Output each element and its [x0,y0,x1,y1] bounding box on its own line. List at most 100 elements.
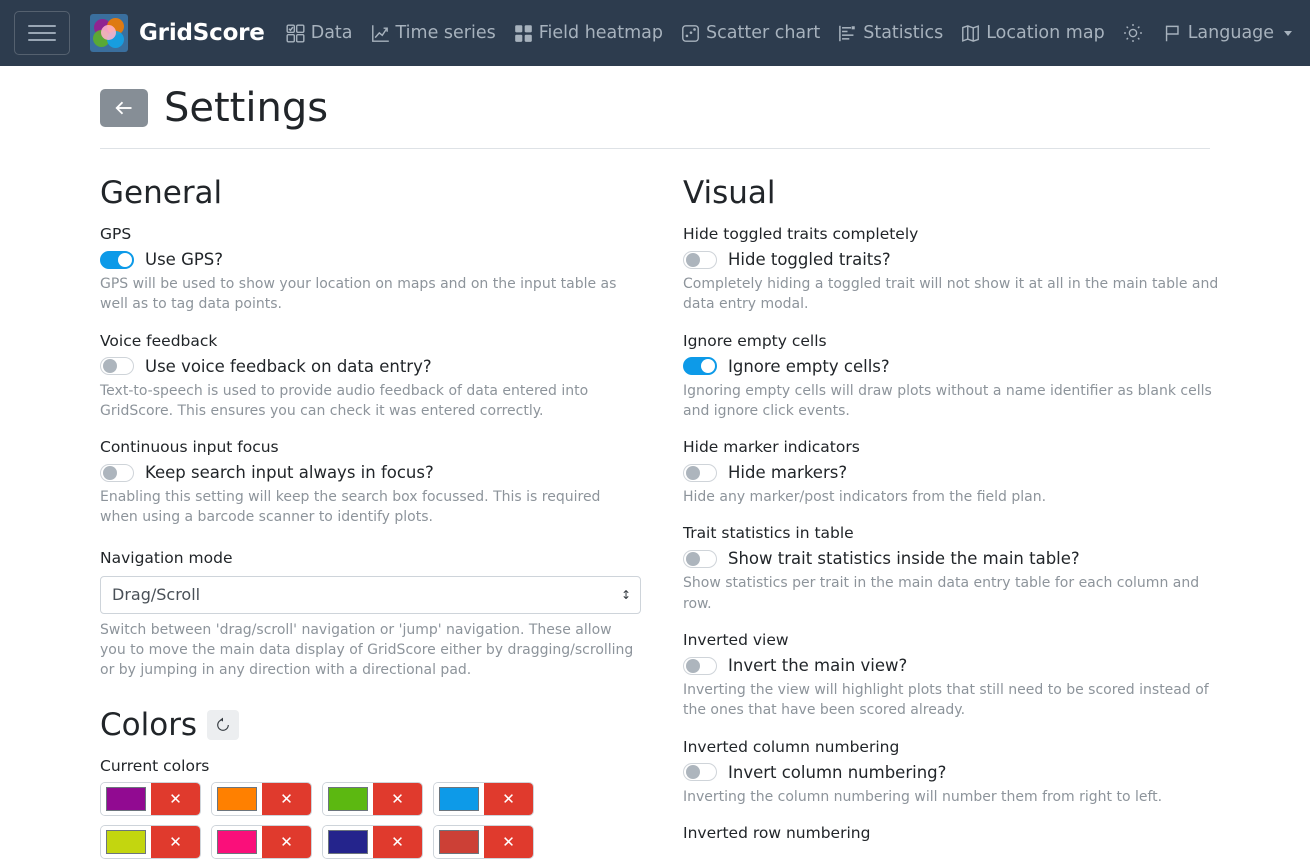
delete-color-button[interactable]: ✕ [262,825,311,858]
map-fold-icon [961,24,980,43]
setting-help: Hide any marker/post indicators from the… [683,489,1047,506]
color-swatch-button[interactable] [212,782,262,815]
trait-statistics-toggle-row[interactable]: Show trait statistics inside the main ta… [683,549,1226,568]
delete-color-button[interactable]: ✕ [262,782,311,815]
general-column: General GPS Use GPS? GPS will be used to… [100,175,643,860]
theme-toggle-button[interactable] [1114,17,1152,49]
nav-item-statistics[interactable]: Statistics [829,17,952,49]
settings-columns: General GPS Use GPS? GPS will be used to… [100,175,1218,860]
ignore-empty-cells-toggle-row[interactable]: Ignore empty cells? [683,357,1226,376]
brand-name[interactable]: GridScore [139,20,265,46]
navigation-mode-select[interactable]: Drag/Scroll Jump [100,575,641,614]
nav-item-location-map[interactable]: Location map [952,17,1113,49]
setting-help: Completely hiding a toggled trait will n… [683,276,1219,313]
inverted-column-numbering-switch[interactable] [683,763,717,782]
header-divider [100,148,1210,149]
gps-toggle-row[interactable]: Use GPS? [100,250,643,269]
color-item: ✕ [322,781,423,816]
general-heading-text: General [100,175,223,211]
about-link[interactable]: About [1303,17,1310,49]
setting-ignore-empty-cells: Ignore empty cells Ignore empty cells? I… [683,332,1226,422]
nav-item-data[interactable]: Data [277,17,362,49]
color-swatch-button[interactable] [434,825,484,858]
colors-heading: Colors [100,707,643,743]
setting-label: Ignore empty cells [683,331,827,350]
nav-item-field-heatmap[interactable]: Field heatmap [505,17,672,49]
inverted-column-numbering-toggle-row[interactable]: Invert column numbering? [683,763,1226,782]
hide-markers-switch[interactable] [683,463,717,482]
switch-label: Invert the main view? [728,656,908,676]
delete-color-button[interactable]: ✕ [484,782,533,815]
scatter-chart-icon [681,24,700,43]
hide-markers-toggle-row[interactable]: Hide markers? [683,463,1226,482]
nav-label: Location map [986,23,1105,43]
delete-color-button[interactable]: ✕ [151,825,200,858]
hide-toggled-traits-toggle-row[interactable]: Hide toggled traits? [683,250,1226,269]
ignore-empty-cells-switch[interactable] [683,357,717,376]
page-title: Settings [164,85,329,131]
arrow-left-icon [115,101,132,115]
hamburger-bar [28,39,56,41]
nav-item-scatter-chart[interactable]: Scatter chart [672,17,829,49]
delete-color-button[interactable]: ✕ [373,782,422,815]
line-chart-icon [371,24,390,43]
color-swatch [439,829,479,854]
color-swatch-button[interactable] [323,782,373,815]
back-button[interactable] [100,89,148,127]
setting-navigation-mode: Navigation mode Drag/Scroll Jump ↕ Switc… [100,549,643,681]
setting-label: Trait statistics in table [683,524,854,543]
statistics-bars-icon [838,24,857,43]
visual-heading: Visual [683,175,1226,211]
switch-label: Hide toggled traits? [728,250,891,269]
setting-label: Hide marker indicators [683,438,860,457]
delete-color-button[interactable]: ✕ [151,782,200,815]
setting-label: Inverted view [683,631,789,650]
switch-label: Show trait statistics inside the main ta… [728,549,1080,569]
setting-help: Inverting the view will highlight plots … [683,682,1209,719]
current-colors-label: Current colors [100,756,210,775]
nav-label: Scatter chart [706,23,821,43]
color-swatch-button[interactable] [212,825,262,858]
input-focus-toggle-row[interactable]: Keep search input always in focus? [100,463,643,482]
page-header: Settings [100,66,1210,148]
color-swatch-button[interactable] [434,782,484,815]
colors-heading-text: Colors [100,706,198,743]
hide-toggled-traits-switch[interactable] [683,250,717,269]
inverted-view-toggle-row[interactable]: Invert the main view? [683,656,1226,675]
setting-help: Inverting the column numbering will numb… [683,788,1163,805]
settings-page: Settings General GPS Use GPS? GPS will b… [0,66,1310,860]
color-swatch-button[interactable] [101,825,151,858]
language-dropdown[interactable]: Language [1154,17,1301,49]
voice-feedback-toggle-row[interactable]: Use voice feedback on data entry? [100,357,643,376]
nav-label: Field heatmap [538,23,664,43]
hamburger-bar [28,32,56,34]
setting-trait-statistics: Trait statistics in table Show trait sta… [683,524,1226,614]
color-swatch [106,829,146,854]
language-label: Language [1187,23,1275,43]
color-swatch [439,786,479,811]
color-swatch [328,829,368,854]
switch-label: Invert column numbering? [728,762,947,782]
color-swatch-button[interactable] [323,825,373,858]
setting-help: Switch between 'drag/scroll' navigation … [100,621,634,679]
gridscore-logo-icon[interactable] [90,14,128,52]
nav-links: Data Time series Field heatmap Scatter c… [277,17,1114,49]
setting-voice-feedback: Voice feedback Use voice feedback on dat… [100,332,643,422]
color-item: ✕ [322,824,423,859]
trait-statistics-switch[interactable] [683,549,717,568]
setting-hide-toggled-traits: Hide toggled traits completely Hide togg… [683,225,1226,315]
color-swatch-button[interactable] [101,782,151,815]
visual-column: Visual Hide toggled traits completely Hi… [683,175,1226,860]
chevron-down-icon [1284,30,1293,36]
menu-toggle-button[interactable] [14,11,70,55]
gps-toggle-switch[interactable] [100,250,134,269]
nav-item-time-series[interactable]: Time series [362,17,505,49]
inverted-view-switch[interactable] [683,656,717,675]
reset-colors-button[interactable] [207,709,240,740]
delete-color-button[interactable]: ✕ [484,825,533,858]
voice-feedback-toggle-switch[interactable] [100,357,134,376]
color-item: ✕ [100,781,201,816]
setting-inverted-column-numbering: Inverted column numbering Invert column … [683,738,1226,807]
input-focus-toggle-switch[interactable] [100,463,134,482]
delete-color-button[interactable]: ✕ [373,825,422,858]
